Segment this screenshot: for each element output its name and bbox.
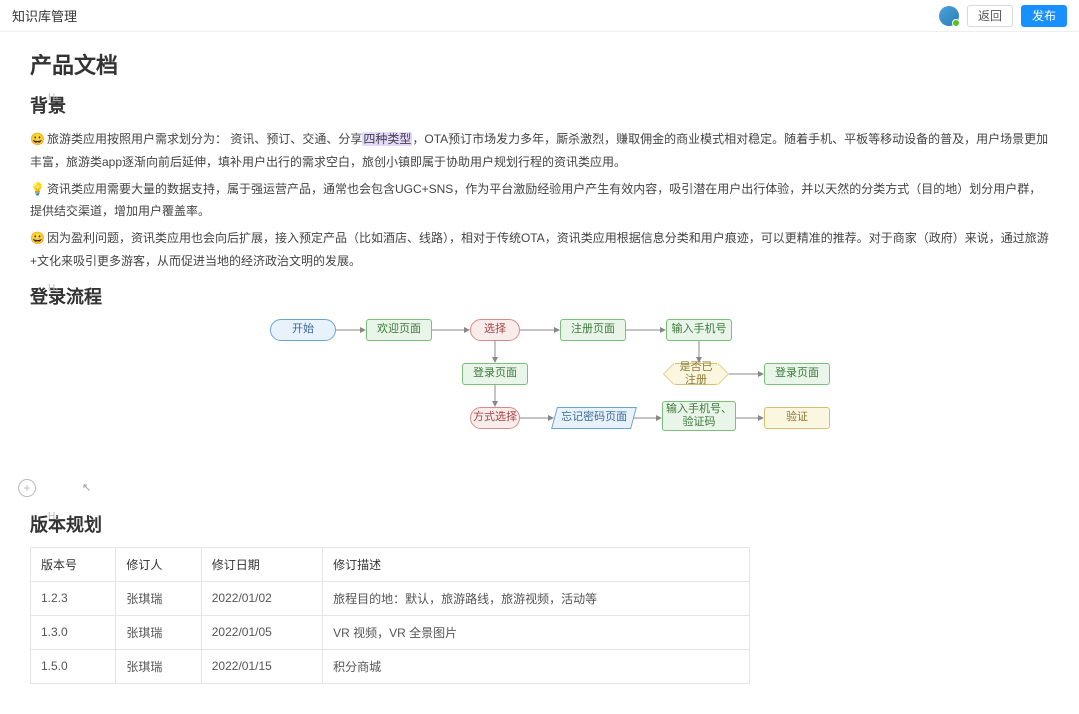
back-button[interactable]: 返回 — [967, 5, 1013, 27]
flow-start: 开始 — [270, 319, 336, 341]
login-flowchart: 开始 欢迎页面 选择 注册页面 输入手机号 登录页面 是否已注册 登录页面 方式… — [270, 319, 830, 459]
emoji-smile-icon: 😀 — [30, 132, 45, 146]
p1-colon: ： — [215, 132, 227, 146]
background-p2: 💡资讯类应用需要大量的数据支持，属于强运营产品，通常也会包含UGC+SNS，作为… — [30, 178, 1049, 224]
cursor-icon: ↖ — [82, 481, 91, 494]
p2-text: 资讯类应用需要大量的数据支持，属于强运营产品，通常也会包含UGC+SNS，作为平… — [30, 182, 1041, 219]
arrow-icon — [336, 330, 366, 336]
flow-verify: 验证 — [764, 407, 830, 429]
p1-prefix: 旅游类应用按照用户需求划分为 — [47, 132, 215, 146]
flow-phone: 输入手机号 — [666, 319, 732, 341]
arrow-icon — [520, 330, 560, 336]
header-actions: 返回 发布 — [939, 5, 1067, 27]
flow-register: 注册页面 — [560, 319, 626, 341]
arrow-icon — [729, 374, 764, 380]
section-background: 背景 — [30, 92, 1049, 118]
col-version: 版本号 — [31, 547, 116, 581]
col-author: 修订人 — [116, 547, 201, 581]
arrow-icon — [520, 418, 554, 424]
app-title: 知识库管理 — [12, 6, 77, 25]
table-header-row: 版本号 修订人 修订日期 修订描述 — [31, 547, 750, 581]
emoji-bulb-icon: 💡 — [30, 182, 45, 196]
p1-types: 资讯、预订、交通、分享 — [230, 132, 362, 146]
p3-text: 因为盈利问题，资讯类应用也会向后扩展，接入预定产品（比如酒店、线路），相对于传统… — [30, 231, 1049, 268]
heading-marker: H₁ — [48, 92, 59, 103]
flow-login: 登录页面 — [462, 363, 528, 385]
document-body: 产品文档 H₁ 背景 😀旅游类应用按照用户需求划分为： 资讯、预订、交通、分享四… — [0, 32, 1079, 714]
flow-forgot: 忘记密码页面 — [551, 407, 637, 429]
section-versions: 版本规划 — [30, 511, 1049, 537]
heading-marker: H₁ — [48, 511, 59, 522]
flow-phone-code: 输入手机号、验证码 — [662, 401, 736, 431]
arrow-icon — [432, 330, 470, 336]
arrow-icon — [634, 418, 662, 424]
flow-method: 方式选择 — [470, 407, 520, 429]
doc-title: 产品文档 — [30, 48, 1049, 80]
flow-is-registered: 是否已注册 — [674, 363, 718, 385]
arrow-icon — [495, 385, 501, 407]
flow-welcome: 欢迎页面 — [366, 319, 432, 341]
arrow-icon — [699, 341, 705, 363]
col-desc: 修订描述 — [323, 547, 750, 581]
arrow-icon — [736, 418, 764, 424]
p1-highlight: 四种类型 — [362, 132, 412, 146]
heading-marker: H₁ — [48, 283, 59, 294]
table-row: 1.2.3 张琪瑞 2022/01/02 旅程目的地：默认，旅游路线，旅游视频，… — [31, 581, 750, 615]
flow-choose: 选择 — [470, 319, 520, 341]
flow-login2: 登录页面 — [764, 363, 830, 385]
arrow-icon — [495, 341, 501, 363]
app-header: 知识库管理 返回 发布 — [0, 0, 1079, 32]
version-table: 版本号 修订人 修订日期 修订描述 1.2.3 张琪瑞 2022/01/02 旅… — [30, 547, 750, 684]
publish-button[interactable]: 发布 — [1021, 5, 1067, 27]
arrow-icon — [626, 330, 666, 336]
emoji-smile-icon: 😀 — [30, 231, 45, 245]
background-p1: 😀旅游类应用按照用户需求划分为： 资讯、预订、交通、分享四种类型，OTA预订市场… — [30, 128, 1049, 174]
add-block-button[interactable]: + — [18, 479, 36, 497]
section-login-flow: 登录流程 — [30, 283, 1049, 309]
col-date: 修订日期 — [201, 547, 322, 581]
table-row: 1.5.0 张琪瑞 2022/01/15 积分商城 — [31, 649, 750, 683]
table-row: 1.3.0 张琪瑞 2022/01/05 VR 视频，VR 全景图片 — [31, 615, 750, 649]
avatar[interactable] — [939, 6, 959, 26]
background-p3: 😀因为盈利问题，资讯类应用也会向后扩展，接入预定产品（比如酒店、线路），相对于传… — [30, 227, 1049, 273]
